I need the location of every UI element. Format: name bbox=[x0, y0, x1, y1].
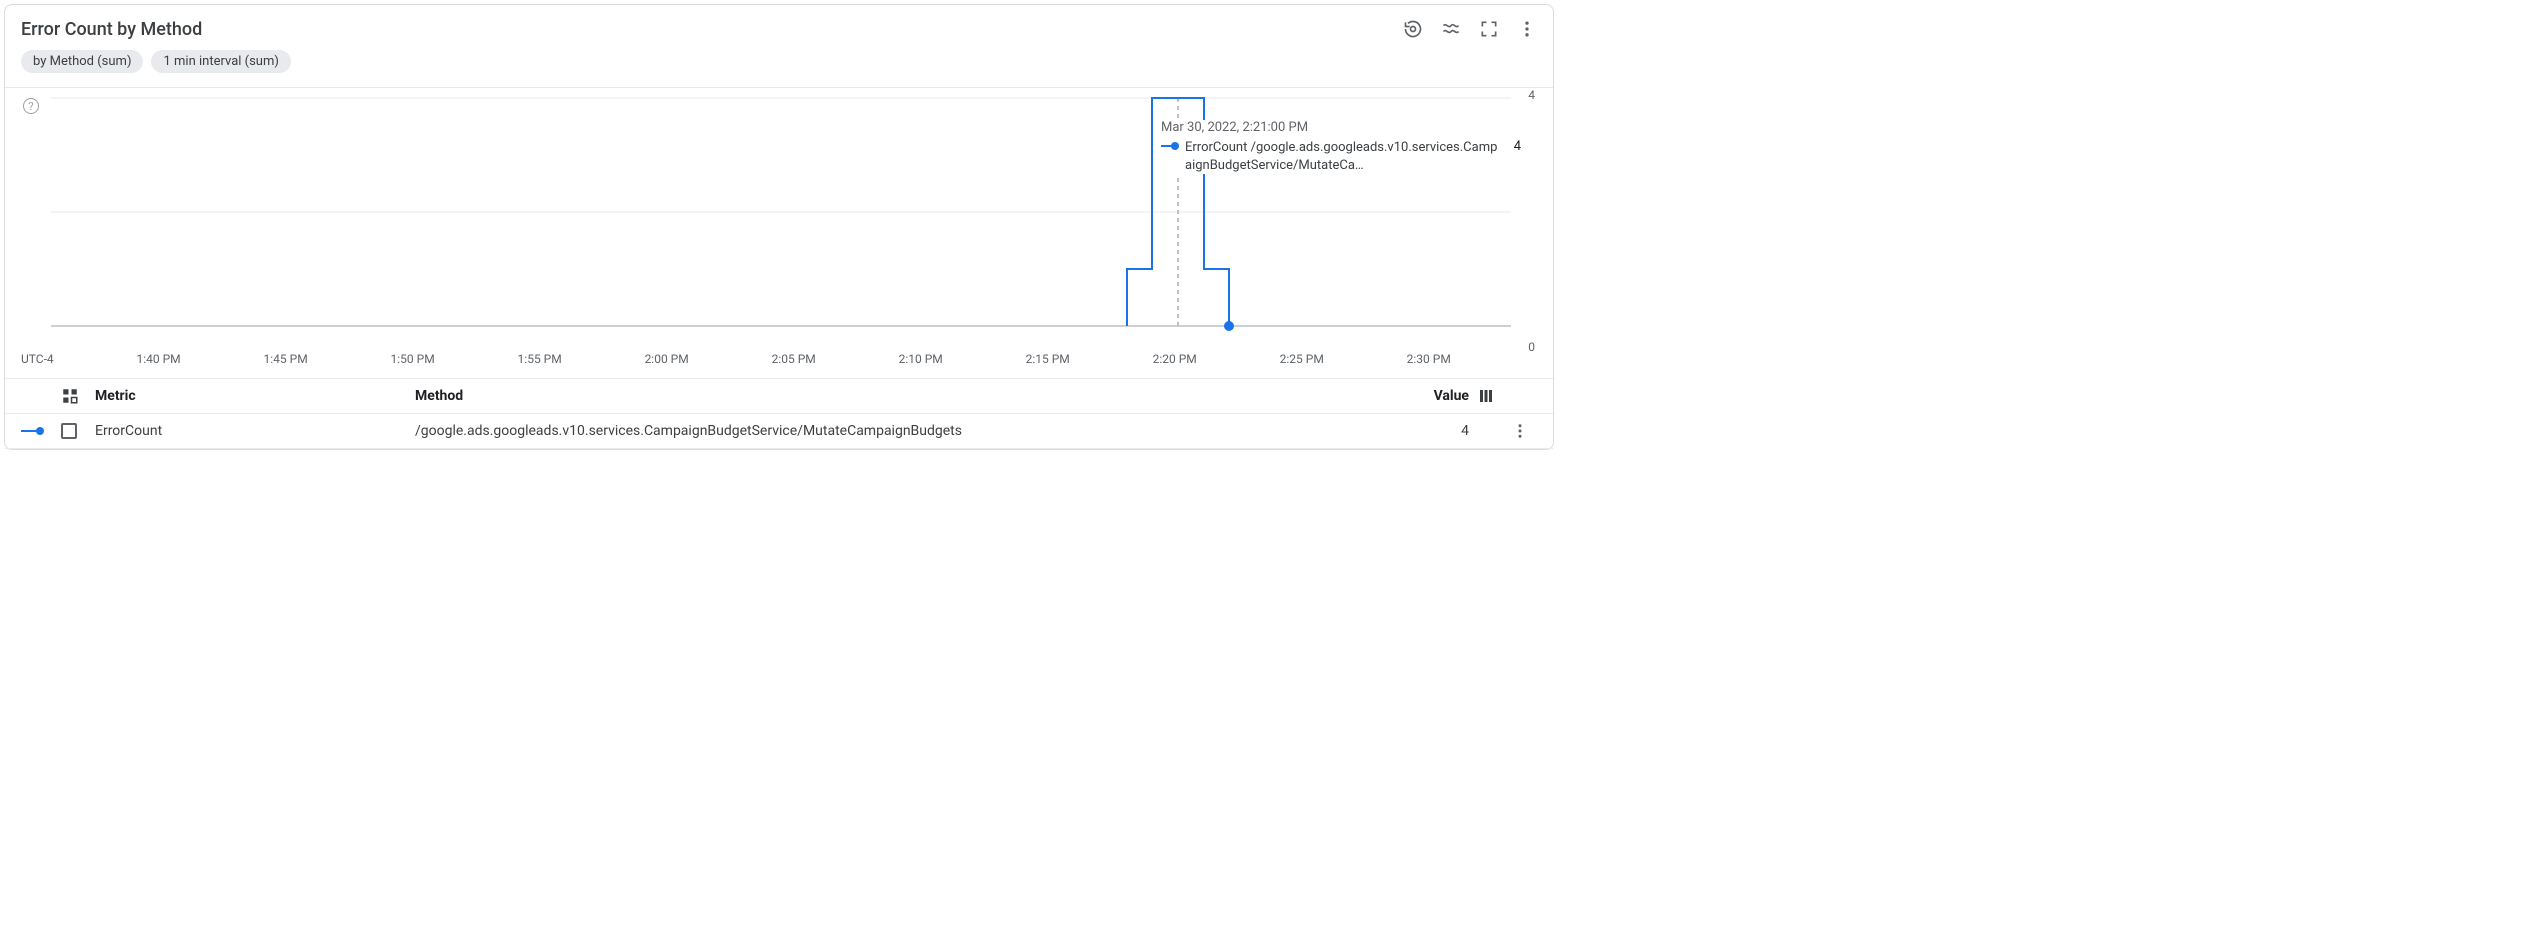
legend-table: Metric Method Value ErrorCount /google.a… bbox=[5, 378, 1553, 449]
card-header: Error Count by Method by Method (sum) 1 … bbox=[5, 19, 1553, 81]
chip-row: by Method (sum) 1 min interval (sum) bbox=[21, 50, 291, 73]
legend-value: 4 bbox=[1409, 423, 1469, 439]
card-toolbar bbox=[1403, 19, 1537, 39]
x-tick: 1:55 PM bbox=[518, 352, 562, 366]
card-title: Error Count by Method bbox=[21, 19, 291, 40]
header-left: Error Count by Method by Method (sum) 1 … bbox=[21, 19, 291, 81]
x-tick: 2:05 PM bbox=[772, 352, 816, 366]
chart-container: ? 4 0 UTC-4 1:40 PM 1:45 PM 1:50 bbox=[5, 87, 1553, 374]
tooltip-value: 4 bbox=[1514, 139, 1521, 154]
x-axis-ticks: UTC-4 1:40 PM 1:45 PM 1:50 PM 1:55 PM 2:… bbox=[21, 348, 1537, 374]
tooltip-series-marker bbox=[1161, 141, 1179, 151]
x-axis-timezone: UTC-4 bbox=[21, 352, 54, 366]
x-tick: 2:15 PM bbox=[1026, 352, 1070, 366]
columns-icon[interactable] bbox=[1469, 387, 1503, 405]
legend-header-value[interactable]: Value bbox=[1409, 388, 1469, 404]
reset-zoom-icon[interactable] bbox=[1403, 19, 1423, 39]
legend-header-method[interactable]: Method bbox=[415, 388, 1409, 404]
x-tick: 1:40 PM bbox=[137, 352, 181, 366]
y-tick-top: 4 bbox=[1528, 88, 1535, 102]
x-tick: 2:20 PM bbox=[1153, 352, 1197, 366]
legend-method: /google.ads.googleads.v10.services.Campa… bbox=[415, 423, 1409, 439]
column-picker-icon[interactable] bbox=[61, 387, 95, 405]
legend-row[interactable]: ErrorCount /google.ads.googleads.v10.ser… bbox=[5, 413, 1553, 449]
metrics-card: Error Count by Method by Method (sum) 1 … bbox=[4, 4, 1554, 450]
fullscreen-icon[interactable] bbox=[1479, 19, 1499, 39]
legend-header-metric[interactable]: Metric bbox=[95, 388, 415, 404]
legend-header-row: Metric Method Value bbox=[5, 378, 1553, 413]
series-color-marker bbox=[21, 426, 45, 436]
row-more-icon[interactable] bbox=[1503, 422, 1537, 440]
x-tick: 2:10 PM bbox=[899, 352, 943, 366]
chart-tooltip: Mar 30, 2022, 2:21:00 PM ErrorCount /goo… bbox=[1161, 120, 1521, 174]
chip-interval[interactable]: 1 min interval (sum) bbox=[151, 50, 290, 73]
more-options-icon[interactable] bbox=[1517, 19, 1537, 39]
y-tick-bottom: 0 bbox=[1528, 340, 1535, 354]
chip-grouping[interactable]: by Method (sum) bbox=[21, 50, 143, 73]
x-tick: 1:45 PM bbox=[264, 352, 308, 366]
x-tick: 2:25 PM bbox=[1280, 352, 1324, 366]
legend-toggle-icon[interactable] bbox=[1441, 19, 1461, 39]
x-tick: 2:30 PM bbox=[1407, 352, 1451, 366]
tooltip-series-label: ErrorCount /google.ads.googleads.v10.ser… bbox=[1185, 139, 1498, 174]
x-tick: 2:00 PM bbox=[645, 352, 689, 366]
legend-metric: ErrorCount bbox=[95, 423, 415, 439]
x-tick: 1:50 PM bbox=[391, 352, 435, 366]
tooltip-timestamp: Mar 30, 2022, 2:21:00 PM bbox=[1161, 120, 1521, 135]
chart-area[interactable]: 4 0 UTC-4 1:40 PM 1:45 PM 1:50 PM 1: bbox=[21, 88, 1537, 374]
series-visibility-checkbox[interactable] bbox=[61, 423, 77, 439]
